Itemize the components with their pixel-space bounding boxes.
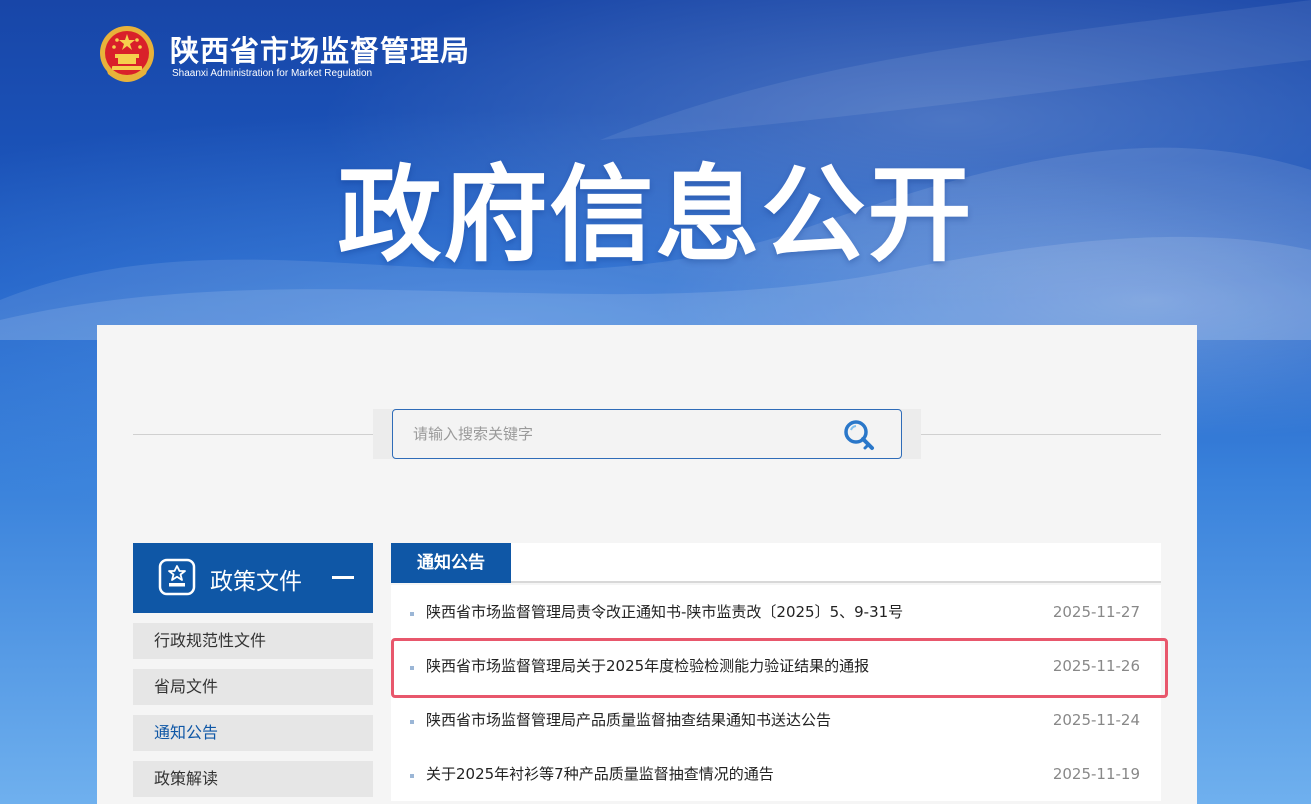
minus-icon[interactable]	[332, 576, 354, 579]
list-item-date: 2025-11-24	[1052, 711, 1140, 729]
list-item[interactable]: 陕西省市场监督管理局产品质量监督抽查结果通知书送达公告 2025-11-24	[391, 693, 1161, 747]
list-item-title[interactable]: 陕西省市场监督管理局关于2025年度检验检测能力验证结果的通报	[426, 639, 869, 693]
list-item[interactable]: 陕西省市场监督管理局关于2025年度检验检测能力验证结果的通报 2025-11-…	[391, 639, 1161, 693]
list-item-date: 2025-11-26	[1052, 657, 1140, 675]
org-name-en: Shaanxi Administration for Market Regula…	[172, 68, 373, 79]
org-name-cn: 陕西省市场监督管理局	[170, 34, 471, 68]
content-panel: 政策文件 行政规范性文件 省局文件 通知公告 政策解读 通知公告 陕西省市场监督…	[97, 325, 1197, 804]
sidebar-item-policy-interpretation[interactable]: 政策解读	[133, 761, 373, 797]
sidebar-item-bureau-docs[interactable]: 省局文件	[133, 669, 373, 705]
sidebar-item-regulatory-docs[interactable]: 行政规范性文件	[133, 623, 373, 659]
bullet-icon	[410, 612, 414, 616]
sidebar-item-notices[interactable]: 通知公告	[133, 715, 373, 751]
search-icon[interactable]	[841, 418, 877, 454]
list-item-title[interactable]: 陕西省市场监督管理局责令改正通知书-陕市监责改〔2025〕5、9-31号	[426, 585, 903, 639]
list-item-date: 2025-11-27	[1052, 603, 1140, 621]
bullet-icon	[410, 720, 414, 724]
hero-title: 政府信息公开	[337, 154, 974, 276]
national-emblem-icon	[100, 26, 154, 82]
search-divider-right	[921, 434, 1161, 435]
sidebar-section-title: 政策文件	[210, 569, 302, 595]
list-item[interactable]: 陕西省市场监督管理局责令改正通知书-陕市监责改〔2025〕5、9-31号 202…	[391, 585, 1161, 639]
search-box	[392, 409, 902, 459]
document-icon	[158, 558, 196, 596]
tab-notices[interactable]: 通知公告	[391, 543, 511, 583]
list-item-date: 2025-11-19	[1052, 765, 1140, 783]
sidebar-section-header[interactable]: 政策文件	[133, 543, 373, 613]
list-item-title[interactable]: 关于2025年衬衫等7种产品质量监督抽查情况的通告	[426, 747, 774, 801]
bullet-icon	[410, 774, 414, 778]
search-input[interactable]	[413, 410, 833, 458]
list-item-title[interactable]: 陕西省市场监督管理局产品质量监督抽查结果通知书送达公告	[426, 693, 831, 747]
bullet-icon	[410, 666, 414, 670]
search-divider-left	[133, 434, 373, 435]
main-tab-bar: 通知公告	[391, 543, 1161, 583]
list-item[interactable]: 关于2025年衬衫等7种产品质量监督抽查情况的通告 2025-11-19	[391, 747, 1161, 801]
